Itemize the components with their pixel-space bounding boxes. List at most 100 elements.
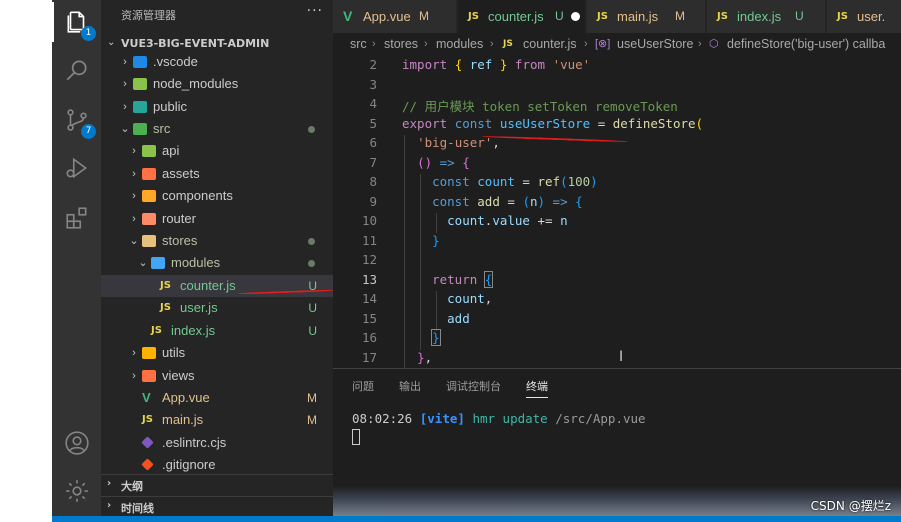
unsaved-dot-icon[interactable]	[571, 12, 580, 21]
tab-terminal[interactable]: 终端	[526, 378, 548, 398]
tree-item-components[interactable]: › components	[101, 185, 333, 207]
code-token: ,	[424, 349, 433, 365]
line-number: 11	[361, 232, 377, 248]
chevron-down-icon: ⌄	[120, 123, 130, 135]
modified-dot	[308, 126, 315, 133]
tree-item-vscode[interactable]: › .vscode	[101, 51, 333, 73]
line-number: 3	[369, 76, 377, 92]
tree-item-app-vue[interactable]: V App.vue M	[101, 387, 333, 409]
tree-item-eslintrc-cjs[interactable]: .eslintrc.cjs	[101, 432, 333, 454]
tree-item-public[interactable]: › public	[101, 96, 333, 118]
tab-counter-js[interactable]: JS counter.js U	[458, 0, 586, 33]
tab-app-vue[interactable]: V App.vue M	[333, 0, 457, 33]
code-token: +=	[537, 213, 561, 228]
code-token: defineStore	[612, 115, 696, 131]
tree-item-main-js[interactable]: JS main.js M	[101, 409, 333, 431]
tree-item-router[interactable]: › router	[101, 208, 333, 230]
code-token: )	[537, 193, 546, 209]
tree-item-node-modules[interactable]: › node_modules	[101, 73, 333, 95]
code-token: useUserStore	[499, 115, 598, 131]
vue-file-icon: V	[142, 390, 151, 405]
tab-output[interactable]: 输出	[399, 378, 421, 394]
tab-label: App.vue	[363, 9, 411, 24]
outline-label: 大纲	[121, 480, 143, 493]
code-line: return {	[402, 270, 494, 288]
sidebar-title: 资源管理器	[121, 9, 176, 22]
breadcrumb-modules[interactable]: modules	[436, 33, 483, 55]
tree-item-user-js[interactable]: JS user.js U	[101, 297, 333, 319]
active-indicator	[52, 2, 54, 42]
tree-item-api[interactable]: › api	[101, 140, 333, 162]
breadcrumb-callback[interactable]: defineStore('big-user') callba	[727, 33, 885, 55]
tree-item-label: router	[162, 211, 196, 226]
terminal-cursor[interactable]	[352, 429, 360, 445]
account-icon[interactable]	[64, 430, 90, 456]
tree-item-counter-js[interactable]: JS counter.js U	[101, 275, 333, 297]
tab-label: main.js	[617, 9, 659, 24]
code-token: }	[499, 57, 515, 72]
js-file-icon: JS	[597, 11, 608, 22]
tree-item-views[interactable]: › views	[101, 365, 333, 387]
tree-item-src[interactable]: ⌄ src	[101, 118, 333, 140]
tree-item-label: .gitignore	[162, 457, 216, 472]
code-token: {	[462, 154, 470, 170]
line-number: 2	[369, 57, 377, 72]
chevron-right-icon: ›	[698, 38, 702, 50]
tab-user[interactable]: JS user.	[827, 0, 901, 33]
tree-item-modules[interactable]: ⌄ modules	[101, 252, 333, 274]
tree-item-index-js[interactable]: JS index.js U	[101, 320, 333, 342]
chevron-right-icon: ›	[123, 78, 127, 90]
run-debug-icon[interactable]	[64, 155, 90, 181]
chevron-right-icon: ›	[132, 370, 136, 382]
tree-item-label: .vscode	[153, 54, 198, 69]
tab-problems[interactable]: 问题	[352, 378, 374, 394]
code-line: // 用户模块 token setToken removeToken	[402, 96, 678, 115]
breadcrumb-symbol[interactable]: useUserStore	[617, 33, 693, 55]
source-control-badge: 7	[81, 124, 96, 139]
timeline-section[interactable]: › 时间线	[101, 496, 333, 516]
tree-item-label: modules	[171, 255, 221, 270]
code-token: 100	[567, 174, 591, 189]
code-token: return	[432, 271, 485, 287]
code-line: }	[402, 233, 440, 248]
tree-item-label: public	[153, 99, 187, 114]
js-file-icon: JS	[142, 414, 153, 425]
breadcrumb-file[interactable]: counter.js	[523, 33, 577, 55]
code-token: from	[514, 57, 553, 72]
folder-src-icon	[133, 123, 147, 135]
tree-item-gitignore[interactable]: .gitignore	[101, 454, 333, 476]
line-number: 9	[369, 193, 377, 209]
search-icon[interactable]	[64, 57, 90, 83]
js-file-icon: JS	[837, 11, 848, 22]
explorer-icon[interactable]: 1	[64, 9, 96, 41]
eslint-file-icon	[141, 436, 154, 449]
extensions-icon[interactable]	[64, 205, 90, 231]
chevron-right-icon: ›	[584, 38, 588, 50]
tab-index-js[interactable]: JS index.js U	[707, 0, 826, 33]
line-number: 13	[361, 271, 377, 287]
tree-item-stores[interactable]: ⌄ stores	[101, 230, 333, 252]
settings-gear-icon[interactable]	[64, 478, 90, 504]
tree-item-assets[interactable]: › assets	[101, 163, 333, 185]
breadcrumb-src[interactable]: src	[350, 33, 367, 55]
outline-section[interactable]: › 大纲	[101, 474, 333, 494]
breadcrumb-stores[interactable]: stores	[384, 33, 418, 55]
tab-main-js[interactable]: JS main.js M	[587, 0, 706, 33]
timeline-label: 时间线	[121, 502, 154, 515]
chevron-right-icon: ›	[132, 213, 136, 225]
code-line: },	[402, 350, 432, 365]
git-status-badge: U	[308, 301, 317, 315]
tree-item-utils[interactable]: › utils	[101, 342, 333, 364]
line-number: 8	[369, 174, 377, 189]
code-editor[interactable]: 2 3 4 5 6 7 8 9 10 11 12 13 14 15 16 17 import { ref } …	[333, 55, 901, 369]
chevron-right-icon: ›	[132, 145, 136, 157]
code-line: const add = (n) => {	[402, 194, 583, 209]
source-control-icon[interactable]: 7	[64, 107, 96, 139]
tab-debug-console[interactable]: 调试控制台	[446, 378, 501, 394]
more-actions-icon[interactable]: ···	[307, 3, 323, 19]
